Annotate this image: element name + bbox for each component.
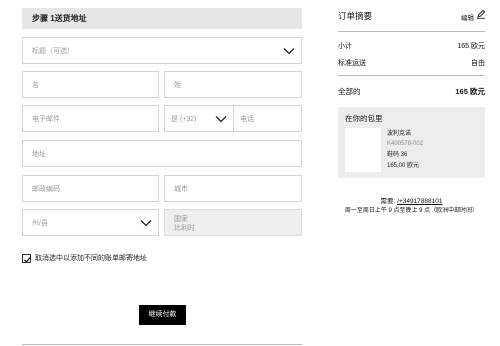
billing-address-label: 取消选中以添加不同的账单邮寄地址 (35, 255, 147, 262)
title-select[interactable]: 标题（可选） (22, 37, 302, 64)
subtotal-label: 小计 (338, 43, 352, 50)
last-name-placeholder: 姓 (174, 81, 181, 89)
continue-to-payment-button[interactable]: 继续付款 (139, 305, 186, 325)
chevron-down-icon (140, 219, 152, 226)
billing-address-checkbox[interactable] (22, 254, 32, 263)
chevron-down-icon (215, 115, 227, 122)
order-summary-title: 订单摘要 (338, 11, 373, 21)
help-phone-link[interactable]: /+34917888101 (397, 198, 442, 205)
subtotal-value: 165 欧元 (457, 43, 485, 50)
chevron-down-icon (283, 47, 295, 54)
country-code-select[interactable]: 是 (+32) (164, 105, 234, 132)
bag-title: 在你的包里 (345, 114, 383, 123)
phone-input[interactable]: 电话 (233, 105, 302, 132)
total-value: 165 欧元 (455, 87, 485, 96)
email-input[interactable]: 电子邮件 (22, 105, 159, 132)
total-label: 全部的 (338, 87, 361, 96)
first-name-placeholder: 名 (32, 81, 39, 89)
edit-link[interactable]: 编辑 (461, 12, 474, 22)
product-sku: K400578-002 (387, 141, 424, 147)
help-hours: 周一至周日上午 9 点至晚上 9 点（欧洲中部时间） (344, 208, 479, 214)
check-icon (24, 256, 32, 263)
divider (338, 31, 485, 32)
province-select[interactable]: 州/县 (22, 209, 159, 236)
product-name: 波利克诺 (387, 131, 412, 137)
country-code-value: 是 (+32) (171, 115, 197, 123)
postcode-input[interactable]: 邮政编码 (22, 175, 159, 202)
shipping-value: 自由 (471, 60, 485, 67)
pencil-icon[interactable] (476, 9, 486, 19)
divider (22, 344, 302, 345)
product-size: 鞋码 36 (387, 152, 408, 158)
product-image (345, 128, 381, 172)
province-placeholder: 州/县 (32, 219, 48, 227)
country-label: 国家 (174, 216, 188, 223)
address-placeholder: 地址 (32, 150, 46, 158)
shipping-label: 标准运送 (338, 60, 366, 67)
country-value: 比利时 (174, 225, 195, 232)
divider (338, 75, 485, 76)
address-input[interactable]: 地址 (22, 140, 302, 167)
city-placeholder: 城市 (174, 185, 188, 193)
step-title: 步骤 1送货地址 (32, 14, 87, 23)
email-placeholder: 电子邮件 (32, 115, 60, 123)
title-placeholder: 标题（可选） (32, 47, 74, 55)
first-name-input[interactable]: 名 (22, 71, 159, 98)
country-field: 国家 比利时 (164, 209, 302, 236)
help-line: 需要: /+34917888101 (338, 195, 485, 205)
last-name-input[interactable]: 姓 (164, 71, 302, 98)
phone-placeholder: 电话 (240, 115, 254, 123)
city-input[interactable]: 城市 (164, 175, 302, 202)
postcode-placeholder: 邮政编码 (32, 185, 60, 193)
help-prefix: 需要: (380, 198, 398, 205)
product-price: 165,00 欧元 (387, 163, 420, 169)
